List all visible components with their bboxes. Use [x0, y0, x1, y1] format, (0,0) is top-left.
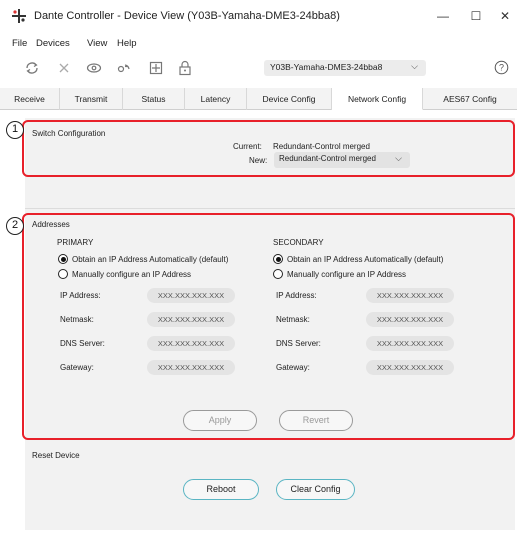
menu-help[interactable]: Help: [117, 38, 137, 49]
secondary-manual-label: Manually configure an IP Address: [287, 270, 407, 279]
new-label: New:: [249, 156, 268, 165]
primary-dns-label: DNS Server:: [60, 339, 105, 348]
primary-heading: PRIMARY: [57, 238, 94, 247]
close-button[interactable]: ✕: [494, 6, 516, 26]
tab-receive[interactable]: Receive: [0, 88, 60, 110]
primary-manual-label: Manually configure an IP Address: [72, 270, 192, 279]
primary-gateway-label: Gateway:: [60, 363, 94, 372]
primary-dns-input[interactable]: XXX.XXX.XXX.XXX: [147, 336, 235, 351]
dante-logo-icon: [12, 9, 26, 23]
tab-latency[interactable]: Latency: [185, 88, 247, 110]
tab-status[interactable]: Status: [123, 88, 185, 110]
secondary-auto-radio[interactable]: [273, 254, 283, 264]
chevron-down-icon: ⌵: [395, 153, 402, 163]
addresses-heading: Addresses: [32, 220, 70, 229]
reset-device-heading: Reset Device: [32, 451, 80, 460]
tab-aes67-config[interactable]: AES67 Config: [423, 88, 517, 110]
primary-manual-radio[interactable]: [58, 269, 68, 279]
apply-button[interactable]: Apply: [183, 410, 257, 431]
annotation-badge-1: 1: [6, 121, 24, 139]
tab-transmit[interactable]: Transmit: [60, 88, 123, 110]
tab-device-config[interactable]: Device Config: [247, 88, 332, 110]
chevron-down-icon: ⌵: [411, 61, 418, 71]
disconnect-icon[interactable]: [54, 58, 74, 78]
minimize-button[interactable]: —: [432, 6, 454, 26]
menu-devices[interactable]: Devices: [36, 38, 70, 49]
secondary-ip-label: IP Address:: [276, 291, 317, 300]
toolbar: [0, 54, 517, 82]
annotation-badge-2: 2: [6, 217, 24, 235]
primary-gateway-input[interactable]: XXX.XXX.XXX.XXX: [147, 360, 235, 375]
switch-config-select-value: Redundant-Control merged: [279, 154, 376, 163]
current-label: Current:: [233, 142, 262, 151]
device-select-value: Y03B-Yamaha-DME3-24bba8: [270, 62, 383, 72]
tab-network-config[interactable]: Network Config: [332, 88, 423, 110]
secondary-dns-label: DNS Server:: [276, 339, 321, 348]
primary-auto-radio[interactable]: [58, 254, 68, 264]
switch-config-select[interactable]: Redundant-Control merged ⌵: [274, 152, 410, 168]
secondary-ip-input[interactable]: XXX.XXX.XXX.XXX: [366, 288, 454, 303]
secondary-netmask-input[interactable]: XXX.XXX.XXX.XXX: [366, 312, 454, 327]
section-divider: [25, 208, 515, 209]
menu-bar: [0, 32, 517, 54]
secondary-netmask-label: Netmask:: [276, 315, 310, 324]
window-title: Dante Controller - Device View (Y03B-Yam…: [34, 10, 340, 22]
current-value: Redundant-Control merged: [273, 142, 370, 151]
primary-auto-label: Obtain an IP Address Automatically (defa…: [72, 255, 229, 264]
add-icon[interactable]: [146, 58, 166, 78]
secondary-gateway-label: Gateway:: [276, 363, 310, 372]
revert-button[interactable]: Revert: [279, 410, 353, 431]
menu-file[interactable]: File: [12, 38, 27, 49]
secondary-heading: SECONDARY: [273, 238, 324, 247]
svg-text:?: ?: [499, 63, 504, 73]
primary-netmask-label: Netmask:: [60, 315, 94, 324]
secondary-manual-radio[interactable]: [273, 269, 283, 279]
help-icon[interactable]: ?: [494, 60, 509, 75]
primary-ip-label: IP Address:: [60, 291, 101, 300]
menu-view[interactable]: View: [87, 38, 107, 49]
clear-config-button[interactable]: Clear Config: [276, 479, 355, 500]
device-select[interactable]: Y03B-Yamaha-DME3-24bba8 ⌵: [264, 60, 426, 76]
maximize-button[interactable]: ☐: [465, 6, 487, 26]
reboot-button[interactable]: Reboot: [183, 479, 259, 500]
view-icon[interactable]: [84, 58, 104, 78]
secondary-gateway-input[interactable]: XXX.XXX.XXX.XXX: [366, 360, 454, 375]
signal-icon[interactable]: [114, 58, 134, 78]
lock-icon[interactable]: [175, 58, 195, 78]
refresh-icon[interactable]: [22, 58, 42, 78]
secondary-auto-label: Obtain an IP Address Automatically (defa…: [287, 255, 444, 264]
switch-config-heading: Switch Configuration: [32, 129, 106, 138]
primary-ip-input[interactable]: XXX.XXX.XXX.XXX: [147, 288, 235, 303]
primary-netmask-input[interactable]: XXX.XXX.XXX.XXX: [147, 312, 235, 327]
secondary-dns-input[interactable]: XXX.XXX.XXX.XXX: [366, 336, 454, 351]
